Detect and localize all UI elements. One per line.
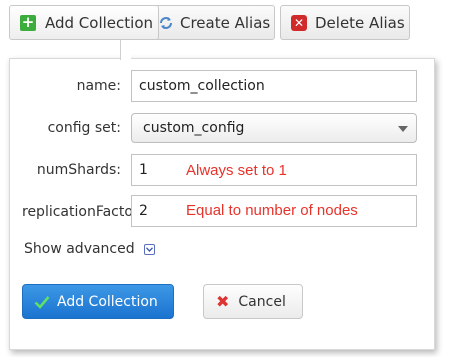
chevron-down-icon [398,126,408,132]
delete-icon: ✕ [291,14,307,31]
config-set-select[interactable]: custom_config [131,113,417,143]
create-alias-button[interactable]: Create Alias [151,5,275,40]
add-collection-toggle-label: Add Collection [45,13,154,32]
show-advanced-toggle[interactable]: Show advanced [24,241,155,257]
add-collection-submit-button[interactable]: Add Collection [22,284,174,319]
add-collection-panel: name: custom_collection config set: cust… [9,58,435,350]
show-advanced-label: Show advanced [24,241,135,257]
plus-icon: + [20,13,36,31]
chevron-down-icon [143,243,155,255]
replication-factor-label: replicationFacto [22,204,131,220]
cancel-button[interactable]: ✖ Cancel [203,284,303,319]
replication-factor-annotation: Equal to number of nodes [186,202,358,219]
create-alias-label: Create Alias [180,13,271,32]
config-set-value: custom_config [143,120,245,136]
num-shards-label: numShards: [36,162,121,178]
check-icon [34,295,50,309]
num-shards-annotation: Always set to 1 [186,162,287,179]
config-set-label: config set: [47,120,121,136]
popup-connector [120,38,131,60]
sync-icon [158,15,174,31]
delete-alias-button[interactable]: ✕ Delete Alias [280,5,410,40]
close-icon: ✖ [216,291,230,311]
cancel-label: Cancel [238,293,286,310]
add-collection-submit-label: Add Collection [57,293,158,310]
delete-alias-label: Delete Alias [315,13,405,32]
page: Create Alias + Add Collection ✕ Delete A… [0,0,449,357]
name-label: name: [76,78,121,94]
add-collection-toggle-button[interactable]: + Add Collection [9,5,159,40]
name-input[interactable]: custom_collection [131,70,417,102]
